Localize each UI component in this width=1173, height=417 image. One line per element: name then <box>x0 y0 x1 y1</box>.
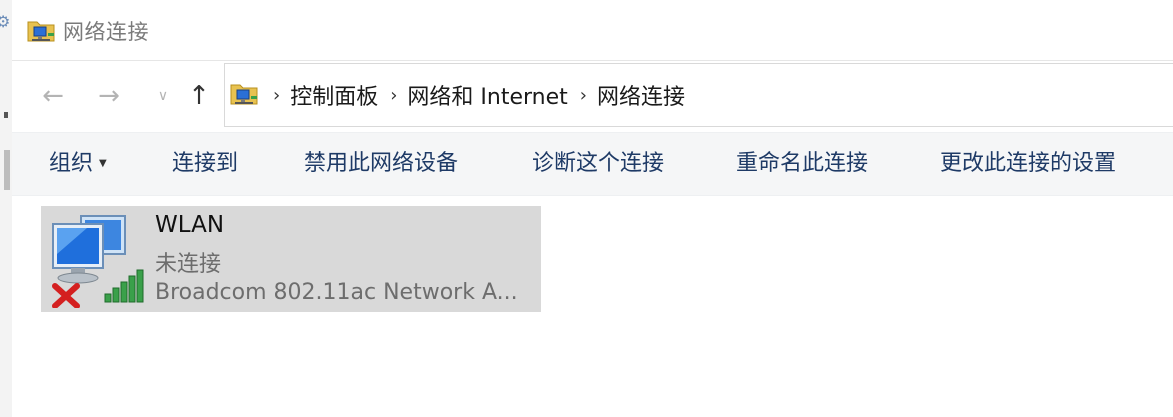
breadcrumb: › 控制面板 › 网络和 Internet › 网络连接 <box>261 64 685 126</box>
signal-bars-icon <box>104 269 144 303</box>
organize-button[interactable]: 组织 ▼ <box>49 133 107 195</box>
navigation-bar: ← → ∨ ↑ › 控制面板 › 网络和 Internet › 网络连接 <box>12 60 1173 132</box>
network-folder-icon <box>230 84 258 105</box>
connection-status: 未连接 <box>155 252 222 277</box>
command-bar: 组织 ▼ 连接到 禁用此网络设备 诊断这个连接 重命名此连接 更改此连接的设置 <box>12 132 1173 196</box>
disable-device-button[interactable]: 禁用此网络设备 <box>304 133 458 195</box>
title-bar[interactable]: 网络连接 <box>12 0 1173 61</box>
chevron-down-icon[interactable]: ∨ <box>148 82 178 110</box>
network-folder-icon <box>27 21 55 42</box>
breadcrumb-separator-icon[interactable]: › <box>390 85 397 106</box>
explorer-window: 网络连接 ← → ∨ ↑ › 控制面板 › 网络和 Internet › 网络连… <box>12 0 1173 417</box>
address-bar[interactable]: › 控制面板 › 网络和 Internet › 网络连接 <box>224 63 1173 127</box>
red-x-icon <box>52 283 80 308</box>
connect-to-button[interactable]: 连接到 <box>172 133 238 195</box>
up-arrow-icon[interactable]: ↑ <box>184 82 214 110</box>
breadcrumb-separator-icon[interactable]: › <box>580 85 587 106</box>
breadcrumb-item-control-panel[interactable]: 控制面板 <box>290 79 378 111</box>
breadcrumb-separator-icon[interactable]: › <box>273 85 280 106</box>
breadcrumb-item-network-internet[interactable]: 网络和 Internet <box>407 79 567 111</box>
forward-arrow-icon[interactable]: → <box>94 82 124 110</box>
list-item-wlan[interactable]: WLAN 未连接 Broadcom 802.11ac Network A... <box>41 206 541 312</box>
rename-button[interactable]: 重命名此连接 <box>736 133 868 195</box>
change-settings-button[interactable]: 更改此连接的设置 <box>940 133 1116 195</box>
connection-name: WLAN <box>155 212 225 238</box>
connections-list: WLAN 未连接 Broadcom 802.11ac Network A... <box>12 194 1173 417</box>
background-scrollbar <box>4 150 10 190</box>
breadcrumb-item-network-connections[interactable]: 网络连接 <box>597 79 685 111</box>
window-title: 网络连接 <box>63 20 149 44</box>
gear-icon: ⚙ <box>0 12 11 31</box>
dropdown-caret-icon: ▼ <box>99 158 107 169</box>
diagnose-button[interactable]: 诊断这个连接 <box>532 133 664 195</box>
back-arrow-icon[interactable]: ← <box>38 82 68 110</box>
organize-label: 组织 <box>49 151 94 176</box>
connection-adapter: Broadcom 802.11ac Network A... <box>155 280 518 305</box>
background-mark <box>4 112 8 118</box>
network-adapter-icon <box>52 215 144 308</box>
